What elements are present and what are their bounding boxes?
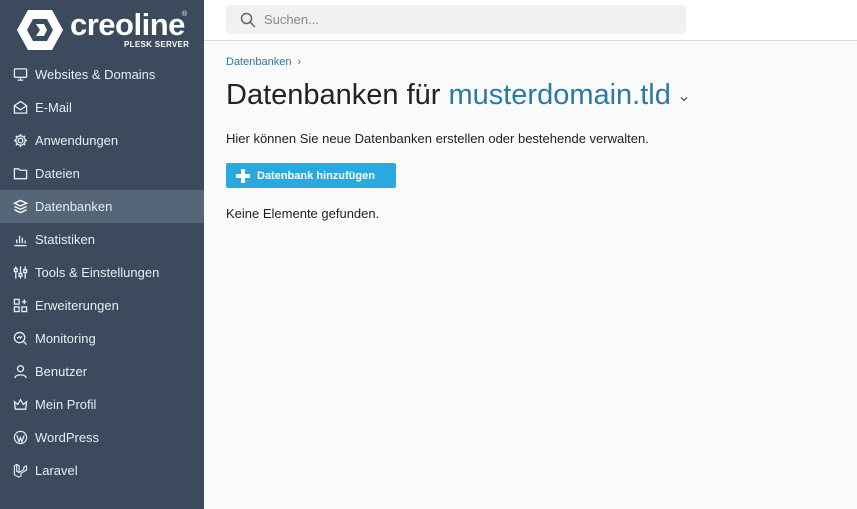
sliders-icon [12, 265, 28, 281]
sidebar-nav: Websites & Domains E-Mail Anwendungen Da… [0, 58, 204, 487]
chevron-right-icon: › [297, 56, 302, 68]
wordpress-icon [12, 430, 28, 446]
search-box[interactable] [226, 5, 686, 34]
add-database-button-label: Datenbank hinzufügen [257, 169, 375, 182]
sidebar-item-label: WordPress [35, 430, 100, 445]
empty-state-text: Keine Elemente gefunden. [226, 206, 380, 221]
top-bar [204, 0, 857, 41]
monitor-icon [12, 67, 28, 83]
brand-logo[interactable]: creoline ® PLESK SERVER [16, 7, 196, 52]
sidebar-item-email[interactable]: E-Mail [0, 91, 204, 124]
sidebar-item-anwendungen[interactable]: Anwendungen [0, 124, 204, 157]
sidebar-item-laravel[interactable]: Laravel [0, 454, 204, 487]
sidebar-item-wordpress[interactable]: WordPress [0, 421, 204, 454]
brand-registered-mark: ® [182, 11, 188, 18]
gear-icon [12, 133, 28, 149]
sidebar-item-erweiterungen[interactable]: Erweiterungen [0, 289, 204, 322]
sidebar-item-label: Mein Profil [35, 397, 97, 412]
sidebar-item-label: Erweiterungen [35, 298, 119, 313]
grid-icon [12, 298, 28, 314]
brand-name: creoline [70, 7, 185, 42]
sidebar: creoline ® PLESK SERVER Websites & Domai… [0, 0, 204, 509]
sidebar-item-label: Tools & Einstellungen [35, 265, 160, 280]
domain-selector[interactable]: musterdomain.tld [448, 79, 670, 112]
sidebar-item-websites-domains[interactable]: Websites & Domains [0, 58, 204, 91]
page-title: Datenbanken für musterdomain.tld [226, 79, 689, 112]
sidebar-item-mein-profil[interactable]: Mein Profil [0, 388, 204, 421]
bar-chart-icon [12, 232, 28, 248]
search-input[interactable] [264, 12, 664, 27]
sidebar-item-label: Statistiken [35, 232, 95, 247]
folder-icon [12, 166, 28, 182]
page-description: Hier können Sie neue Datenbanken erstell… [226, 131, 649, 146]
sidebar-item-label: Monitoring [35, 331, 96, 346]
sidebar-item-label: E-Mail [35, 100, 72, 115]
sidebar-item-label: Anwendungen [35, 133, 119, 148]
sidebar-item-benutzer[interactable]: Benutzer [0, 355, 204, 388]
plus-icon [236, 168, 250, 183]
sidebar-item-label: Dateien [35, 166, 80, 181]
chevron-down-icon[interactable] [679, 94, 689, 104]
user-icon [12, 364, 28, 380]
search-icon [240, 12, 256, 28]
sidebar-item-dateien[interactable]: Dateien [0, 157, 204, 190]
laravel-icon [12, 463, 28, 479]
sidebar-item-monitoring[interactable]: Monitoring [0, 322, 204, 355]
sidebar-item-statistiken[interactable]: Statistiken [0, 223, 204, 256]
sidebar-item-label: Datenbanken [35, 199, 113, 214]
breadcrumb: Datenbanken › [226, 56, 301, 68]
sidebar-item-label: Laravel [35, 463, 78, 478]
add-database-button[interactable]: Datenbank hinzufügen [226, 163, 396, 188]
page-title-prefix: Datenbanken für [226, 79, 441, 111]
sidebar-item-datenbanken[interactable]: Datenbanken [0, 190, 204, 223]
brand-subtitle: PLESK SERVER [124, 40, 190, 49]
magnifier-chart-icon [12, 331, 28, 347]
creoline-logo-icon [17, 10, 63, 50]
layers-icon [12, 199, 28, 215]
mail-icon [12, 100, 28, 116]
breadcrumb-link-datenbanken[interactable]: Datenbanken [226, 56, 291, 68]
sidebar-item-label: Websites & Domains [35, 67, 156, 82]
crown-icon [12, 397, 28, 413]
sidebar-item-label: Benutzer [35, 364, 88, 379]
sidebar-item-tools-einstellungen[interactable]: Tools & Einstellungen [0, 256, 204, 289]
